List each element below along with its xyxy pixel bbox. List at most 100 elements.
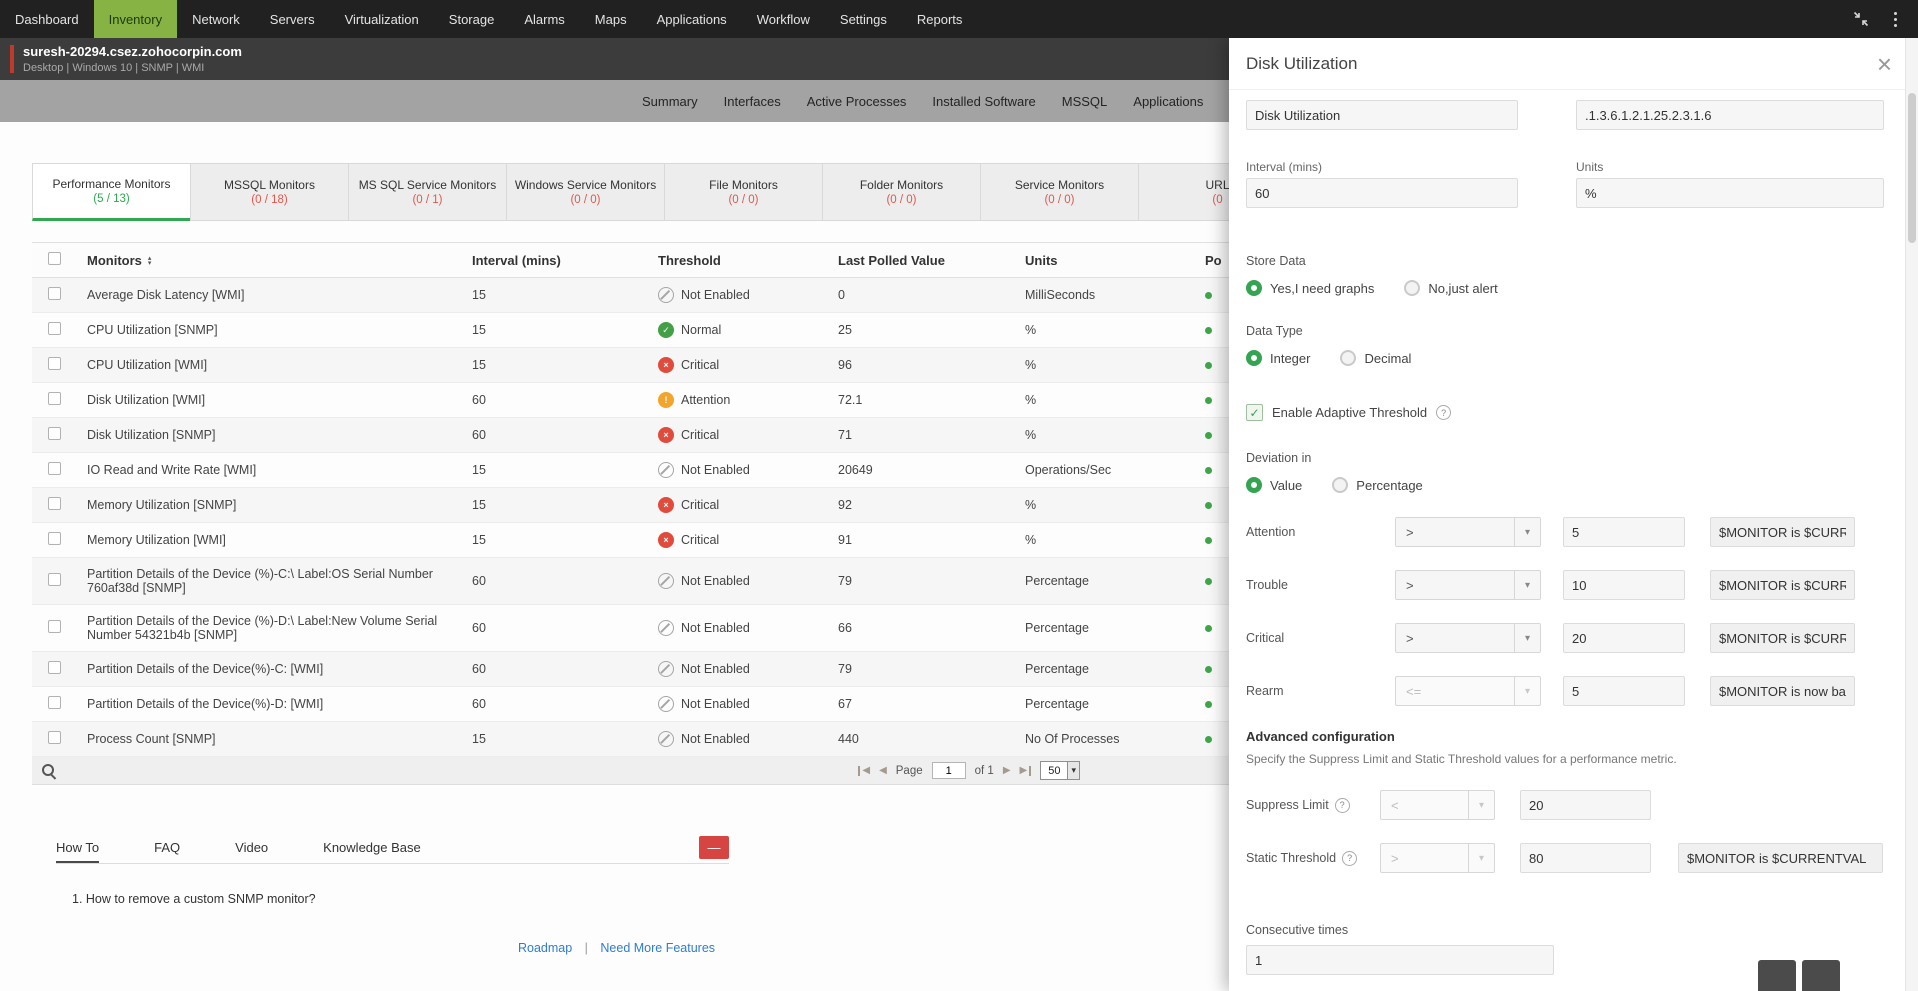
table-row[interactable]: Partition Details of the Device (%)-D:\ … xyxy=(32,604,1292,652)
table-row[interactable]: Partition Details of the Device (%)-C:\ … xyxy=(32,557,1292,605)
radio-decimal[interactable]: Decimal xyxy=(1340,350,1411,366)
howto-tab-howto[interactable]: How To xyxy=(56,833,100,863)
critical-operator-select[interactable]: > ▾ xyxy=(1395,623,1541,653)
page-tab-summary[interactable]: Summary xyxy=(642,94,698,109)
page-tab-installed-software[interactable]: Installed Software xyxy=(932,94,1035,109)
table-row[interactable]: Partition Details of the Device(%)-D: [W… xyxy=(32,686,1292,722)
help-icon[interactable]: ? xyxy=(1436,405,1452,420)
radio-deviation-percentage[interactable]: Percentage xyxy=(1332,477,1423,493)
table-row[interactable]: Memory Utilization [WMI] 15 × Critical 91… xyxy=(32,522,1292,558)
close-icon[interactable]: × xyxy=(1877,51,1892,77)
page-tab-applications[interactable]: Applications xyxy=(1133,94,1203,109)
rearm-value-input[interactable] xyxy=(1563,676,1685,706)
monitor-tab-service[interactable]: Service Monitors (0 / 0) xyxy=(980,163,1139,221)
table-row[interactable]: Disk Utilization [WMI] 60 ! Attention 72.… xyxy=(32,382,1292,418)
monitor-tab-mssql-service[interactable]: MS SQL Service Monitors (0 / 1) xyxy=(348,163,507,221)
monitor-tab-windows-service[interactable]: Windows Service Monitors (0 / 0) xyxy=(506,163,665,221)
page-size-select[interactable]: 50 ▾ xyxy=(1040,761,1080,780)
kebab-menu-icon[interactable] xyxy=(1886,10,1904,28)
first-page-icon[interactable]: ◀ xyxy=(858,765,870,776)
row-checkbox[interactable] xyxy=(48,427,61,440)
page-tab-interfaces[interactable]: Interfaces xyxy=(724,94,781,109)
nav-item-storage[interactable]: Storage xyxy=(434,0,510,38)
suppress-value-input[interactable] xyxy=(1520,790,1651,820)
radio-store-no[interactable]: No,just alert xyxy=(1404,280,1498,296)
nav-item-virtualization[interactable]: Virtualization xyxy=(330,0,434,38)
row-checkbox[interactable] xyxy=(48,357,61,370)
nav-item-workflow[interactable]: Workflow xyxy=(742,0,825,38)
monitor-tab-folder[interactable]: Folder Monitors (0 / 0) xyxy=(822,163,981,221)
radio-store-yes[interactable]: Yes,I need graphs xyxy=(1246,280,1374,296)
row-checkbox[interactable] xyxy=(48,620,61,633)
row-checkbox[interactable] xyxy=(48,661,61,674)
consecutive-times-input[interactable] xyxy=(1246,945,1554,975)
page-tab-mssql[interactable]: MSSQL xyxy=(1062,94,1108,109)
howto-tab-video[interactable]: Video xyxy=(235,833,268,863)
collapse-howto-button[interactable]: — xyxy=(699,836,729,859)
help-icon[interactable]: ? xyxy=(1342,850,1358,866)
table-row[interactable]: IO Read and Write Rate [WMI] 15 Not Enab… xyxy=(32,452,1292,488)
last-page-icon[interactable]: ▶ xyxy=(1020,765,1032,776)
monitor-name-input[interactable] xyxy=(1246,100,1518,130)
nav-item-inventory[interactable]: Inventory xyxy=(93,0,178,38)
monitor-tab-performance[interactable]: Performance Monitors (5 / 13) xyxy=(32,163,191,221)
table-row[interactable]: Memory Utilization [SNMP] 15 × Critical 9… xyxy=(32,487,1292,523)
table-row[interactable]: Process Count [SNMP] 15 Not Enabled 440 … xyxy=(32,721,1292,757)
partial-button[interactable] xyxy=(1758,960,1796,991)
col-header-monitors[interactable]: Monitors ▴ ▾ xyxy=(77,242,462,278)
attention-value-input[interactable] xyxy=(1563,517,1685,547)
trouble-value-input[interactable] xyxy=(1563,570,1685,600)
page-tab-active-processes[interactable]: Active Processes xyxy=(807,94,907,109)
trouble-message-input[interactable] xyxy=(1710,570,1855,600)
table-row[interactable]: CPU Utilization [WMI] 15 × Critical 96 % xyxy=(32,347,1292,383)
interval-input[interactable] xyxy=(1246,178,1518,208)
roadmap-link[interactable]: Roadmap xyxy=(518,941,572,955)
table-row[interactable]: Partition Details of the Device(%)-C: [W… xyxy=(32,651,1292,687)
prev-page-icon[interactable]: ◀ xyxy=(879,765,887,776)
table-row[interactable]: CPU Utilization [SNMP] 15 ✓ Normal 25 % xyxy=(32,312,1292,348)
panel-scrollbar[interactable] xyxy=(1905,38,1918,991)
units-input[interactable] xyxy=(1576,178,1884,208)
row-checkbox[interactable] xyxy=(48,287,61,300)
monitor-tab-file[interactable]: File Monitors (0 / 0) xyxy=(664,163,823,221)
rearm-message-input[interactable] xyxy=(1710,676,1855,706)
sort-icon[interactable]: ▴ ▾ xyxy=(148,255,152,267)
search-icon[interactable] xyxy=(42,763,56,778)
next-page-icon[interactable]: ▶ xyxy=(1003,765,1011,776)
critical-message-input[interactable] xyxy=(1710,623,1855,653)
nav-item-settings[interactable]: Settings xyxy=(825,0,902,38)
howto-tab-faq[interactable]: FAQ xyxy=(154,833,180,863)
row-checkbox[interactable] xyxy=(48,497,61,510)
need-more-features-link[interactable]: Need More Features xyxy=(600,941,715,955)
howto-list-item[interactable]: 1. How to remove a custom SNMP monitor? xyxy=(72,892,729,906)
partial-button[interactable] xyxy=(1802,960,1840,991)
nav-item-alarms[interactable]: Alarms xyxy=(509,0,579,38)
table-row[interactable]: Average Disk Latency [WMI] 15 Not Enable… xyxy=(32,277,1292,313)
select-all-checkbox[interactable] xyxy=(48,252,61,265)
critical-value-input[interactable] xyxy=(1563,623,1685,653)
help-icon[interactable]: ? xyxy=(1334,797,1350,813)
nav-item-maps[interactable]: Maps xyxy=(580,0,642,38)
collapse-icon[interactable] xyxy=(1852,10,1870,28)
page-number-input[interactable] xyxy=(931,762,966,779)
monitor-tab-mssql[interactable]: MSSQL Monitors (0 / 18) xyxy=(190,163,349,221)
nav-item-reports[interactable]: Reports xyxy=(902,0,978,38)
scrollbar-thumb[interactable] xyxy=(1908,93,1916,243)
table-row[interactable]: Disk Utilization [SNMP] 60 × Critical 71 … xyxy=(32,417,1292,453)
radio-deviation-value[interactable]: Value xyxy=(1246,477,1302,493)
nav-item-servers[interactable]: Servers xyxy=(255,0,330,38)
static-value-input[interactable] xyxy=(1520,843,1651,873)
row-checkbox[interactable] xyxy=(48,696,61,709)
row-checkbox[interactable] xyxy=(48,392,61,405)
row-checkbox[interactable] xyxy=(48,731,61,744)
attention-operator-select[interactable]: > ▾ xyxy=(1395,517,1541,547)
nav-item-network[interactable]: Network xyxy=(177,0,255,38)
howto-tab-knowledge-base[interactable]: Knowledge Base xyxy=(323,833,421,863)
row-checkbox[interactable] xyxy=(48,322,61,335)
adaptive-threshold-checkbox[interactable]: ✓ xyxy=(1246,404,1263,421)
oid-input[interactable] xyxy=(1576,100,1884,130)
static-message-input[interactable] xyxy=(1678,843,1883,873)
trouble-operator-select[interactable]: > ▾ xyxy=(1395,570,1541,600)
nav-item-applications[interactable]: Applications xyxy=(642,0,742,38)
row-checkbox[interactable] xyxy=(48,462,61,475)
